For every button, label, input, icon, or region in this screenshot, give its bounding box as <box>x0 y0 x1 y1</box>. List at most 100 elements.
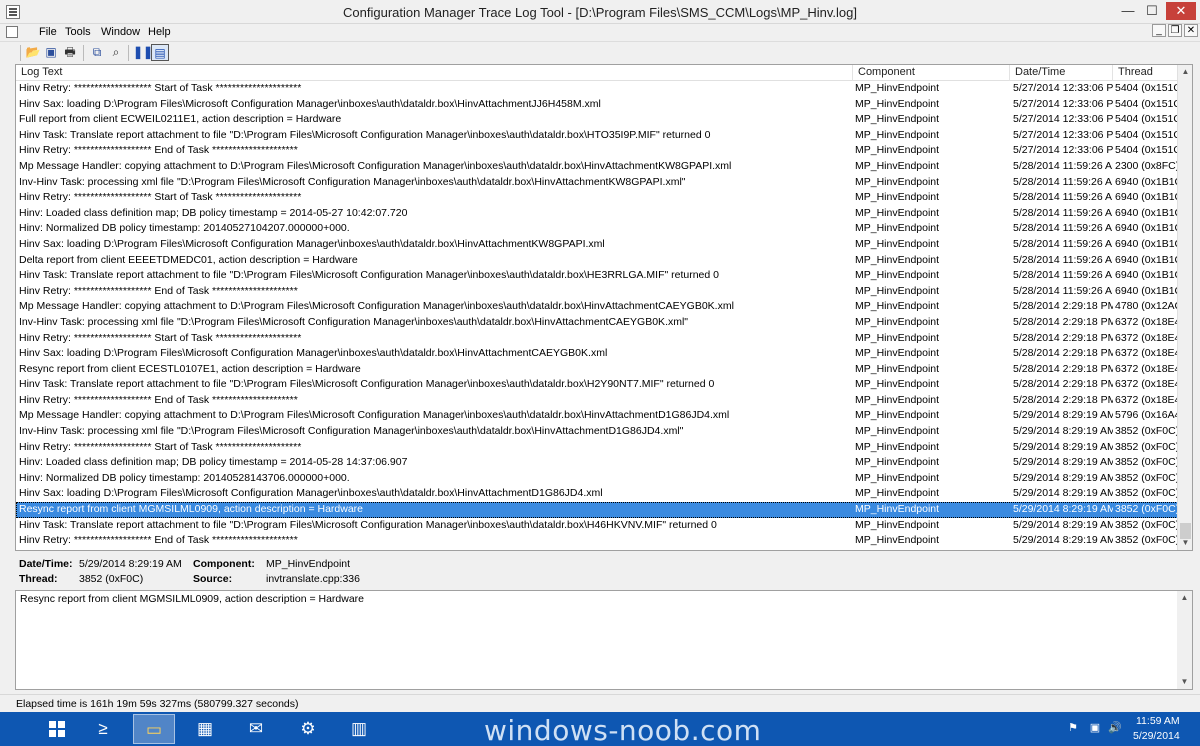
message-box[interactable]: Resync report from client MGMSILML0909, … <box>15 590 1193 690</box>
thread-cell: 3852 (0xF0C) <box>1115 534 1177 547</box>
log-row[interactable]: Inv-Hinv Task: processing xml file "D:\P… <box>16 424 1178 440</box>
message-scrollbar[interactable]: ▲ ▼ <box>1177 591 1192 689</box>
component-cell: MP_HinvEndpoint <box>855 222 940 235</box>
log-row[interactable]: Hinv Task: Translate report attachment t… <box>16 377 1178 393</box>
action-center-flag-icon[interactable]: ⚑ <box>1066 721 1080 735</box>
log-row[interactable]: Inv-Hinv Task: processing xml file "D:\P… <box>16 315 1178 331</box>
scroll-down-icon[interactable]: ▼ <box>1177 675 1192 689</box>
start-icon[interactable] <box>36 714 78 744</box>
datetime-value: 5/29/2014 8:29:19 AM <box>79 558 182 570</box>
log-row[interactable]: Hinv Retry: ******************* End of T… <box>16 533 1178 549</box>
minimize-button[interactable]: — <box>1116 2 1140 20</box>
clock-time[interactable]: 11:59 AM <box>1136 715 1180 727</box>
log-row[interactable]: Hinv Task: Translate report attachment t… <box>16 128 1178 144</box>
datetime-cell: 5/27/2014 12:33:06 PM <box>1013 144 1113 157</box>
component-cell: MP_HinvEndpoint <box>855 82 940 94</box>
column-header-component[interactable]: Component <box>853 65 1010 81</box>
log-row[interactable]: Hinv Task: Translate report attachment t… <box>16 518 1178 534</box>
network-status-icon[interactable]: ▣ <box>1088 721 1102 735</box>
log-row[interactable]: Resync report from client MGMSILML0909, … <box>16 502 1178 518</box>
menu-file[interactable]: File <box>36 26 60 38</box>
log-row[interactable]: Mp Message Handler: copying attachment t… <box>16 408 1178 424</box>
thread-cell: 5404 (0x151C) <box>1115 128 1177 141</box>
log-scrollbar[interactable]: ▲ ▼ <box>1177 65 1192 550</box>
component-cell: MP_HinvEndpoint <box>855 300 940 313</box>
child-minimize-button[interactable]: _ <box>1152 24 1166 37</box>
save-icon[interactable]: ▣ <box>42 44 60 61</box>
powershell-icon[interactable]: ≥ <box>82 714 124 744</box>
log-row[interactable]: Hinv Sax: loading D:\Program Files\Micro… <box>16 346 1178 362</box>
log-row[interactable]: Hinv Task: Translate report attachment t… <box>16 268 1178 284</box>
taskbar: ≥ ▭ ▦ ✉ ⚙ ▥ windows-noob.com ⚑ ▣ 🔊 11:59… <box>0 712 1200 746</box>
log-row[interactable]: Full report from client ECWEIL0211E1, ac… <box>16 112 1178 128</box>
find-icon[interactable]: ⌕ <box>107 44 125 61</box>
log-row[interactable]: Inv-Hinv Task: processing xml file "D:\P… <box>16 175 1178 191</box>
datetime-label: Date/Time: <box>19 558 73 570</box>
log-row[interactable]: Resync report from client ECESTL0107E1, … <box>16 362 1178 378</box>
child-close-button[interactable]: ✕ <box>1184 24 1198 37</box>
thread-cell: 6372 (0x18E4) <box>1115 347 1177 360</box>
column-header-thread[interactable]: Thread <box>1113 65 1178 81</box>
print-icon[interactable]: 🖶 <box>61 44 79 61</box>
log-row[interactable]: Hinv Retry: ******************* End of T… <box>16 393 1178 409</box>
datetime-cell: 5/27/2014 12:33:06 PM <box>1013 82 1113 94</box>
thread-cell: 6372 (0x18E4) <box>1115 362 1177 375</box>
column-header-datetime[interactable]: Date/Time <box>1010 65 1113 81</box>
menu-window[interactable]: Window <box>98 26 143 38</box>
open-icon[interactable]: 📂 <box>24 44 42 61</box>
column-header-log-text[interactable]: Log Text <box>16 65 853 81</box>
log-list[interactable]: Log Text Component Date/Time Thread Hinv… <box>15 64 1193 551</box>
datetime-cell: 5/29/2014 8:29:19 AM <box>1013 471 1113 484</box>
copy-icon[interactable]: ⧉ <box>88 44 106 61</box>
component-cell: MP_HinvEndpoint <box>855 378 940 391</box>
pause-icon[interactable]: ❚❚ <box>133 44 153 61</box>
log-row[interactable]: Hinv Sax: loading D:\Program Files\Micro… <box>16 237 1178 253</box>
status-bar: Elapsed time is 161h 19m 59s 327ms (5807… <box>0 694 1200 712</box>
log-row[interactable]: Hinv Retry: ******************* End of T… <box>16 284 1178 300</box>
datetime-cell: 5/29/2014 8:29:19 AM <box>1013 409 1113 422</box>
scroll-up-icon[interactable]: ▲ <box>1177 591 1192 605</box>
log-row[interactable]: Hinv: Loaded class definition map; DB po… <box>16 206 1178 222</box>
windows-logo-icon <box>49 721 65 737</box>
document-icon[interactable] <box>6 26 18 38</box>
log-row[interactable]: Hinv Sax: loading D:\Program Files\Micro… <box>16 486 1178 502</box>
scroll-down-icon[interactable]: ▼ <box>1178 536 1192 550</box>
maximize-button[interactable]: ☐ <box>1140 2 1164 20</box>
log-row[interactable]: Hinv Retry: ******************* Start of… <box>16 190 1178 206</box>
child-restore-button[interactable]: ❐ <box>1168 24 1182 37</box>
log-row[interactable]: Hinv: Loaded class definition map; DB po… <box>16 455 1178 471</box>
log-row[interactable]: Delta report from client EEEETDMEDC01, a… <box>16 253 1178 269</box>
log-row[interactable]: Hinv Retry: ******************* End of T… <box>16 143 1178 159</box>
mail-icon[interactable]: ✉ <box>235 714 277 744</box>
clock-date[interactable]: 5/29/2014 <box>1133 730 1180 742</box>
log-row[interactable]: Hinv Sax: loading D:\Program Files\Micro… <box>16 97 1178 113</box>
view-icon[interactable]: ▤ <box>151 44 169 61</box>
log-row[interactable]: Hinv Retry: ******************* Start of… <box>16 331 1178 347</box>
log-text-cell: Hinv Retry: ******************* Start of… <box>19 191 302 204</box>
network-icon[interactable]: ⚙ <box>287 714 329 744</box>
log-row[interactable]: Hinv: Normalized DB policy timestamp: 20… <box>16 471 1178 487</box>
volume-icon[interactable]: 🔊 <box>1108 721 1122 735</box>
component-cell: MP_HinvEndpoint <box>855 144 940 157</box>
component-cell: MP_HinvEndpoint <box>855 362 940 375</box>
log-row[interactable]: Hinv Retry: ******************* Start of… <box>16 81 1178 97</box>
log-row[interactable]: Hinv Retry: ******************* Start of… <box>16 440 1178 456</box>
toolbar-separator <box>20 45 21 61</box>
menu-help[interactable]: Help <box>145 26 174 38</box>
log-text-cell: Hinv Retry: ******************* End of T… <box>19 284 298 297</box>
close-button[interactable]: ✕ <box>1166 2 1196 20</box>
datetime-cell: 5/28/2014 11:59:26 AM <box>1013 269 1113 282</box>
log-text-cell: Hinv Task: Translate report attachment t… <box>19 269 719 282</box>
log-rows: Hinv Retry: ******************* Start of… <box>16 81 1178 549</box>
scroll-up-icon[interactable]: ▲ <box>1178 65 1192 79</box>
thread-cell: 3852 (0xF0C) <box>1115 425 1177 438</box>
log-row[interactable]: Mp Message Handler: copying attachment t… <box>16 159 1178 175</box>
log-row[interactable]: Mp Message Handler: copying attachment t… <box>16 299 1178 315</box>
file-explorer-icon[interactable]: ▭ <box>133 714 175 744</box>
config-manager-icon[interactable]: ▦ <box>184 714 226 744</box>
log-viewer-icon[interactable]: ▥ <box>338 714 380 744</box>
datetime-cell: 5/27/2014 12:33:06 PM <box>1013 128 1113 141</box>
log-row[interactable]: Hinv: Normalized DB policy timestamp: 20… <box>16 221 1178 237</box>
thread-cell: 6940 (0x1B1C) <box>1115 237 1177 250</box>
menu-tools[interactable]: Tools <box>62 26 94 38</box>
